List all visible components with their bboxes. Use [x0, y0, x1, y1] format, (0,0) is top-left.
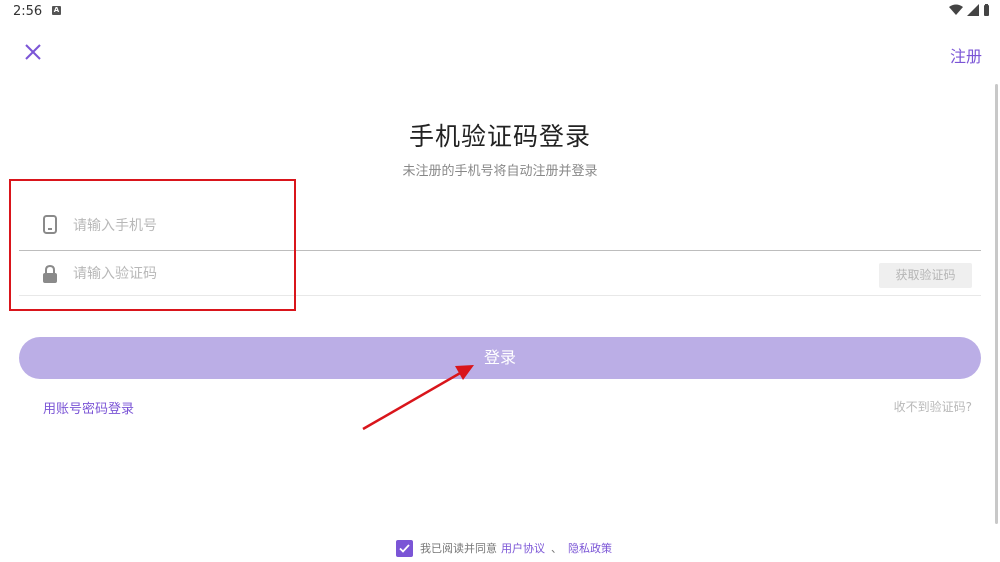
account-password-login-link[interactable]: 用账号密码登录: [43, 398, 134, 417]
register-link[interactable]: 注册: [950, 43, 982, 67]
check-icon: [399, 543, 410, 553]
no-code-link[interactable]: 收不到验证码?: [894, 398, 972, 415]
page-subtitle: 未注册的手机号将自动注册并登录: [402, 164, 598, 179]
agreement-checkbox[interactable]: [396, 539, 413, 557]
close-button[interactable]: [22, 41, 44, 63]
user-agreement-link[interactable]: 用户协议: [501, 540, 545, 556]
agreement-text: 我已阅读并同意: [420, 542, 497, 555]
annotation-highlight-box: [9, 179, 296, 311]
battery-icon: [984, 4, 989, 16]
signal-icon: [967, 4, 979, 16]
status-time: 2:56: [13, 4, 43, 19]
close-icon: [25, 44, 41, 60]
agreement-row: 我已阅读并同意 用户协议 、 隐私政策: [396, 539, 612, 557]
wifi-icon: [949, 4, 963, 15]
page-title: 手机验证码登录: [408, 122, 591, 151]
status-indicators: [949, 4, 990, 16]
agreement-separator: 、: [551, 542, 562, 555]
get-code-button[interactable]: 获取验证码: [879, 263, 972, 288]
app-notification-icon: A: [52, 6, 61, 15]
privacy-policy-link[interactable]: 隐私政策: [568, 540, 612, 556]
status-bar: 2:56 A: [0, 0, 1000, 24]
login-button[interactable]: 登录: [19, 337, 981, 379]
login-screen: 2:56 A 注册 手机验证码登录 未注册的手机号将自动注册并登录 请输入手机号…: [0, 0, 1000, 562]
